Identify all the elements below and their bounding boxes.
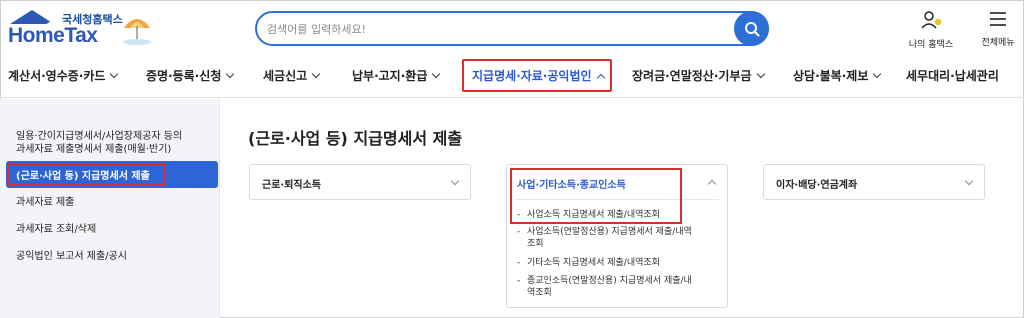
submenu-label-cont: 역조회 [527, 288, 552, 298]
highlight-box-nav [462, 59, 612, 92]
page-title: (근로·사업 등) 지급명세서 제출 [248, 129, 463, 148]
highlight-box-card [510, 168, 682, 224]
chevron-down-icon [450, 176, 460, 186]
chevron-down-icon [432, 69, 441, 79]
nav-item-label: 증명·등록·신청 [146, 69, 222, 83]
search-bar[interactable] [255, 11, 769, 46]
sidebar-item-label: 과세자료 제출 [16, 197, 75, 208]
sidebar-item-label: 과세자료 제출명세서 제출(매월·반기) [16, 144, 172, 155]
submenu-label-cont: 조회 [527, 239, 544, 249]
submenu-religious-income-yearend[interactable]: - 종교인소득(연말정산용) 지급명세서 제출/내 역조회 [517, 275, 717, 299]
my-hometax-button[interactable]: 나의 홈택스 [905, 10, 957, 50]
sidebar-item-tax-data-view[interactable]: 과세자료 조회/삭제 [16, 223, 96, 236]
all-menu-label: 전체메뉴 [981, 38, 1015, 48]
nav-item-incentives[interactable]: 장려금·연말정산·기부금 [632, 58, 765, 98]
bullet-dash-icon: - [517, 258, 521, 268]
submenu-business-income-yearend[interactable]: - 사업소득(연말정산용) 지급명세서 제출/내역 조회 [517, 226, 717, 250]
nav-item-consulting[interactable]: 상담·불복·제보 [793, 58, 882, 98]
nav-item-payment[interactable]: 납부·고지·환급 [352, 58, 441, 98]
chevron-down-icon [226, 69, 235, 79]
nav-item-label: 계산서·영수증·카드 [8, 69, 106, 83]
sidebar: 일용·간이지급명세서/사업장제공자 등의 과세자료 제출명세서 제출(매월·반기… [0, 99, 220, 318]
logo-title: HomeTax [8, 24, 98, 47]
hamburger-menu-icon [990, 12, 1006, 26]
submenu-label: 사업소득(연말정산용) 지급명세서 제출/내역 [527, 227, 692, 237]
card-label: 이자·배당·연금계좌 [776, 180, 858, 191]
user-bell-icon [921, 11, 942, 29]
submenu-label: 종교인소득(연말정산용) 지급명세서 제출/내 [527, 276, 692, 286]
sidebar-item-label: 일용·간이지급명세서/사업장제공자 등의 [16, 131, 183, 142]
sidebar-item-label: 과세자료 조회/삭제 [16, 224, 97, 235]
sidebar-item-label: 공익법인 보고서 제출/공시 [16, 251, 127, 262]
nav-item-label: 세무대리·납세관리 [906, 69, 999, 83]
bullet-dash-icon: - [517, 227, 521, 237]
chevron-up-icon [707, 179, 717, 189]
submenu-label: 기타소득 지급명세서 제출/내역조회 [527, 258, 660, 268]
chevron-down-icon [964, 176, 974, 186]
nav-item-tax-filing[interactable]: 세금신고 [263, 58, 321, 98]
chevron-down-icon [110, 69, 119, 79]
sidebar-item-public-report[interactable]: 공익법인 보고서 제출/공시 [16, 250, 127, 263]
hometax-logo[interactable]: 국세청홈택스 HomeTax [8, 8, 158, 52]
chevron-down-icon [756, 69, 765, 79]
nav-item-certificates[interactable]: 증명·등록·신청 [146, 58, 235, 98]
logo-roof-icon [10, 10, 72, 28]
nav-item-receipts[interactable]: 계산서·영수증·카드 [8, 58, 119, 98]
nav-item-label: 장려금·연말정산·기부금 [632, 69, 752, 83]
chevron-down-icon [311, 69, 321, 79]
nav-item-label: 납부·고지·환급 [352, 69, 428, 83]
submenu-other-income[interactable]: - 기타소득 지급명세서 제출/내역조회 [517, 257, 717, 269]
search-button[interactable] [734, 11, 769, 46]
search-icon [744, 21, 759, 36]
card-labor-retirement[interactable]: 근로·퇴직소득 [249, 164, 471, 200]
sidebar-item-daily-statements[interactable]: 일용·간이지급명세서/사업장제공자 등의 과세자료 제출명세서 제출(매월·반기… [16, 130, 182, 156]
nav-item-label: 세금신고 [263, 69, 308, 83]
sidebar-item-tax-data-submit[interactable]: 과세자료 제출 [16, 196, 74, 209]
bullet-dash-icon: - [517, 276, 521, 286]
card-label: 근로·퇴직소득 [262, 180, 321, 191]
my-hometax-label: 나의 홈택스 [908, 40, 954, 50]
search-input[interactable] [267, 19, 717, 39]
highlight-box-sidebar [8, 163, 166, 186]
card-interest-dividend-pension[interactable]: 이자·배당·연금계좌 [763, 164, 985, 200]
nav-item-tax-agent[interactable]: 세무대리·납세관리 [906, 58, 999, 98]
beach-umbrella-icon [123, 19, 151, 45]
all-menu-button[interactable]: 전체메뉴 [975, 10, 1021, 48]
nav-item-label: 상담·불복·제보 [793, 69, 869, 83]
chevron-down-icon [873, 69, 882, 79]
